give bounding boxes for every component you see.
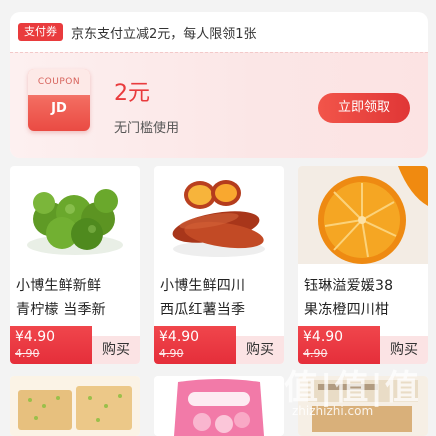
product-title[interactable]: 小博生鲜新鲜 青柠檬 当季新	[16, 274, 138, 322]
product-title-line: 果冻橙四川柑	[304, 302, 390, 318]
coupon-description: 京东支付立减2元，每人限领1张	[71, 26, 257, 42]
original-price: 4.90	[159, 347, 184, 360]
coupon-header: 支付券 京东支付立减2元，每人限领1张	[10, 12, 428, 52]
coupon-ticket-icon: COUPON JD	[28, 69, 90, 131]
lime-icon[interactable]	[10, 166, 140, 264]
product-title-line: 钰琳溢爱媛38	[304, 278, 394, 294]
price-tag: ¥4.90 4.90	[298, 326, 380, 364]
product-title[interactable]: 钰琳溢爱媛38 果冻橙四川柑	[304, 274, 426, 322]
pay-coupon-badge: 支付券	[18, 23, 63, 41]
coupon-condition: 无门槛使用	[114, 121, 180, 136]
current-price: ¥4.90	[15, 329, 56, 345]
coupon-ticket-brand: JD	[51, 101, 67, 116]
product-card[interactable]: 钰琳溢爱媛38 果冻橙四川柑 ¥4.90 4.90 购买	[298, 166, 428, 364]
current-price: ¥4.90	[303, 329, 344, 345]
candy-bag-icon[interactable]	[154, 376, 284, 436]
current-price: ¥4.90	[159, 329, 200, 345]
product-grid: 小博生鲜新鲜 青柠檬 当季新 ¥4.90 4.90 购买 小博生鲜四川 西瓜红薯…	[10, 166, 428, 436]
price-tag: ¥4.90 4.90	[154, 326, 236, 364]
product-card[interactable]: 小博生鲜新鲜 青柠檬 当季新 ¥4.90 4.90 购买	[10, 166, 140, 364]
product-card[interactable]: 小博生鲜四川 西瓜红薯当季 ¥4.90 4.90 购买	[154, 166, 284, 364]
buy-button[interactable]: 购买	[380, 336, 428, 364]
claim-coupon-button[interactable]: 立即领取	[318, 93, 410, 123]
product-card[interactable]	[154, 376, 284, 436]
cracker-icon[interactable]	[10, 376, 140, 436]
original-price: 4.90	[303, 347, 328, 360]
buy-button[interactable]: 购买	[236, 336, 284, 364]
product-card[interactable]	[10, 376, 140, 436]
product-title-line: 小博生鲜四川	[160, 278, 246, 294]
coupon-amount: 2元	[114, 81, 150, 106]
coupon-body: COUPON JD 2元 无门槛使用 立即领取	[10, 52, 428, 158]
snack-box-icon[interactable]	[298, 376, 428, 436]
sweet-potato-icon[interactable]	[154, 166, 284, 264]
product-title-line: 小博生鲜新鲜	[16, 278, 102, 294]
price-bar: ¥4.90 4.90 购买	[10, 326, 140, 364]
product-title-line: 青柠檬 当季新	[16, 302, 106, 318]
price-bar: ¥4.90 4.90 购买	[298, 326, 428, 364]
product-title[interactable]: 小博生鲜四川 西瓜红薯当季	[160, 274, 282, 322]
product-title-line: 西瓜红薯当季	[160, 302, 246, 318]
coupon-ticket-label: COUPON	[28, 69, 90, 95]
buy-button[interactable]: 购买	[92, 336, 140, 364]
price-tag: ¥4.90 4.90	[10, 326, 92, 364]
product-card[interactable]	[298, 376, 428, 436]
price-bar: ¥4.90 4.90 购买	[154, 326, 284, 364]
orange-icon[interactable]	[298, 166, 428, 264]
original-price: 4.90	[15, 347, 40, 360]
coupon-card: 支付券 京东支付立减2元，每人限领1张 COUPON JD 2元 无门槛使用 立…	[10, 12, 428, 158]
